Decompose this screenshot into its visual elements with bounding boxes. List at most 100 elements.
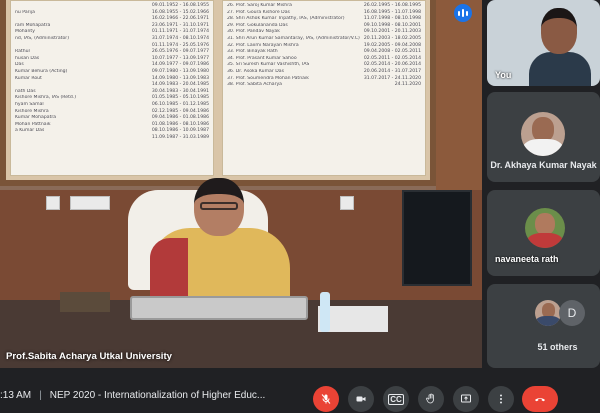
- honors-row-date: 31.07.1974 - 08.10.1974: [151, 35, 209, 41]
- participant-tile-akhaya[interactable]: Dr. Akhaya Kumar Nayak: [487, 92, 600, 182]
- self-label: You: [495, 70, 512, 80]
- main-video-stage[interactable]: 09.01.1952 - 16.08.1955 nu Parija 16.08.19…: [0, 0, 482, 368]
- honors-row-name: 32. Prof. Laxmi Narayan Mishra: [227, 42, 299, 48]
- honors-row-name: nath Das: [15, 88, 36, 94]
- honors-board-row: a Kumar Das 08.10.1986 - 10.09.1987: [15, 128, 209, 135]
- honors-board-row: 09.01.1952 - 16.08.1955: [15, 3, 209, 10]
- end-call-button[interactable]: [522, 386, 558, 412]
- camera-button[interactable]: [348, 386, 374, 412]
- honors-board-row: Rathur 26.05.1976 - 09.07.1977: [15, 49, 209, 56]
- mic-off-button[interactable]: [313, 386, 339, 412]
- honors-row-date: 01.05.1985 - 05.10.1985: [151, 95, 209, 101]
- honors-row-name: Kishore Mishra, IAS (Retd.): [15, 95, 77, 101]
- avatar: [535, 300, 561, 326]
- honors-board-row: hyam Samal 06.10.1985 - 01.12.1985: [15, 102, 209, 109]
- honors-board-row: Kishore Mishra, IAS (Retd.) 01.05.1985 - …: [15, 95, 209, 102]
- honors-board-left-panel: 09.01.1952 - 16.08.1955 nu Parija 16.08.19…: [10, 0, 214, 176]
- honors-row-name: 27. Prof. Goura Kishore Das: [227, 9, 290, 15]
- self-video-person: [529, 4, 591, 86]
- meeting-title: NEP 2020 - Internationalization of Highe…: [49, 390, 266, 401]
- honors-row-date: 11.07.1998 - 08.10.1998: [363, 16, 421, 22]
- honors-row-name: Kishore Mishra: [15, 108, 49, 114]
- honors-row-name: ram Mohapatra: [15, 22, 51, 28]
- honors-board-row: Kumar Mohapatra 09.04.1986 - 01.08.1986: [15, 115, 209, 122]
- honors-row-date: 08.10.1986 - 10.09.1987: [151, 128, 209, 134]
- meeting-time: :13 AM: [0, 390, 32, 401]
- others-count-label: 51 others: [537, 342, 578, 352]
- honors-board-row: 16.02.1966 - 22.06.1971: [15, 16, 209, 23]
- honors-row-name: nu Parija: [15, 9, 35, 15]
- wall-socket: [340, 196, 354, 210]
- end-call-icon: [535, 398, 545, 402]
- participant-name: navaneeta rath: [495, 254, 559, 264]
- honors-row-name: hyam Samal: [15, 101, 44, 107]
- honors-board-row: Mohanty 01.11.1971 - 31.07.1974: [15, 29, 209, 36]
- honors-row-name: 30. Prof. Pandav Nayak: [227, 29, 280, 35]
- honors-row-name: a Kumar Das: [15, 128, 45, 134]
- camera-icon: [356, 396, 366, 402]
- avatar: [521, 112, 565, 156]
- pen-stand: [60, 292, 110, 312]
- laptop: [130, 296, 308, 320]
- meeting-controls-bar: :13 AM | NEP 2020 - Internationalization…: [0, 382, 600, 413]
- honors-row-date: 02.05.2014 - 20.06.2014: [363, 62, 421, 68]
- wall-switchboard: [70, 196, 110, 210]
- honors-board-row: 30. Prof. Pandav Nayak 09.10.2001 - 20.11…: [227, 29, 421, 36]
- participant-tile-navaneeta[interactable]: navaneeta rath: [487, 190, 600, 276]
- honors-row-date: 26.05.1976 - 09.07.1977: [151, 49, 209, 55]
- honors-board-row: 38. Prof. Sabita Acharya 24.11.2020: [227, 82, 421, 89]
- honors-board-row: 28. Shri Ashok Kumar Tripathy, IAS, (Adm…: [227, 16, 421, 23]
- honors-row-name: husan Das: [15, 55, 40, 61]
- honors-board-row: 33. Prof. Binayak Rath 09.04.2008 - 02.05…: [227, 49, 421, 56]
- honors-row-date: 14.09.1983 - 20.04.1985: [151, 82, 209, 88]
- speaker-name-label: Prof.Sabita Acharya Utkal University: [6, 350, 172, 362]
- honors-row-date: 09.01.1952 - 16.08.1955: [151, 3, 209, 8]
- self-video-tile[interactable]: You: [487, 0, 600, 86]
- honors-row-date: 16.02.1966 - 22.06.1971: [151, 16, 209, 22]
- participant-name: Dr. Akhaya Kumar Nayak: [490, 160, 597, 170]
- honors-row-date: 20.06.2014 - 31.07.2017: [363, 68, 421, 74]
- speaker-person: [150, 178, 290, 306]
- captions-button[interactable]: CC: [383, 386, 409, 412]
- honors-board-row: 26. Prof. Saroj Kumar Mishra 26.02.1995 -…: [227, 3, 421, 10]
- more-options-button[interactable]: [488, 386, 514, 412]
- honors-row-name: 34. Prof. Prasant Kumar Sahoo: [227, 55, 297, 61]
- honors-row-date: 20.11.2003 - 18.02.2005: [363, 35, 421, 41]
- honors-row-date: 24.11.2020: [394, 82, 421, 88]
- honors-row-name: Kumar Mohapatra: [15, 115, 57, 121]
- monitor: [402, 190, 472, 286]
- others-tile[interactable]: D 51 others: [487, 284, 600, 368]
- honors-row-name: 38. Prof. Sabita Acharya: [227, 82, 282, 88]
- honors-row-name: Mohan Pattnaik: [15, 121, 51, 127]
- honors-row-date: 01.11.1971 - 31.07.1974: [151, 29, 209, 35]
- honors-row-date: 09.04.1986 - 01.08.1986: [151, 115, 209, 121]
- honors-row-name: 31. Shri Arun Kumar Samantaray, IAS, (Ad…: [227, 35, 360, 41]
- honors-row-name: Rathur: [15, 49, 31, 55]
- honors-board-row: nd, IAS, (Administrator) 31.07.1974 - 08.…: [15, 36, 209, 43]
- honors-row-name: Kumar Rout: [15, 75, 42, 81]
- honors-row-name: 29. Prof. Gokulananda Das: [227, 22, 288, 28]
- audio-indicator-icon: [454, 4, 472, 22]
- captions-icon: CC: [388, 393, 404, 405]
- honors-board-row: 36. Dr. Asoka Kumar Das 20.06.2014 - 31.0…: [227, 69, 421, 76]
- raise-hand-button[interactable]: [418, 386, 444, 412]
- honors-board-row: 14.09.1983 - 20.04.1985: [15, 82, 209, 89]
- present-button[interactable]: [453, 386, 479, 412]
- avatar: [525, 208, 565, 248]
- hand-icon: [426, 393, 434, 404]
- honors-row-name: 26. Prof. Saroj Kumar Mishra: [227, 3, 292, 8]
- honors-board-row: 31. Shri Arun Kumar Samantaray, IAS, (Ad…: [227, 36, 421, 43]
- honors-row-date: 09.10.2001 - 20.11.2003: [363, 29, 421, 35]
- avatar-letter: D: [559, 300, 585, 326]
- honors-row-name: 28. Shri Ashok Kumar Tripathy, IAS, (Adm…: [227, 16, 345, 22]
- honors-row-name: 37. Prof. Soumendra Mohan Patnaik: [227, 75, 309, 81]
- honors-board-row: 11.09.1987 - 31.03.1989: [15, 135, 209, 142]
- honors-row-date: 09.07.1980 - 13.09.1980: [151, 68, 209, 74]
- honors-board-right-panel: 26. Prof. Saroj Kumar Mishra 26.02.1995 -…: [222, 0, 426, 176]
- wall-socket: [46, 196, 60, 210]
- honors-row-name: 35. Sri Suresh Kumar Vashishth, IAS: [227, 62, 310, 68]
- honors-board: 09.01.1952 - 16.08.1955 nu Parija 16.08.19…: [0, 0, 436, 186]
- honors-board-row: 37. Prof. Soumendra Mohan Patnaik 31.07.2…: [227, 76, 421, 83]
- honors-row-name: 36. Dr. Asoka Kumar Das: [227, 68, 284, 74]
- more-vert-icon: [500, 394, 502, 404]
